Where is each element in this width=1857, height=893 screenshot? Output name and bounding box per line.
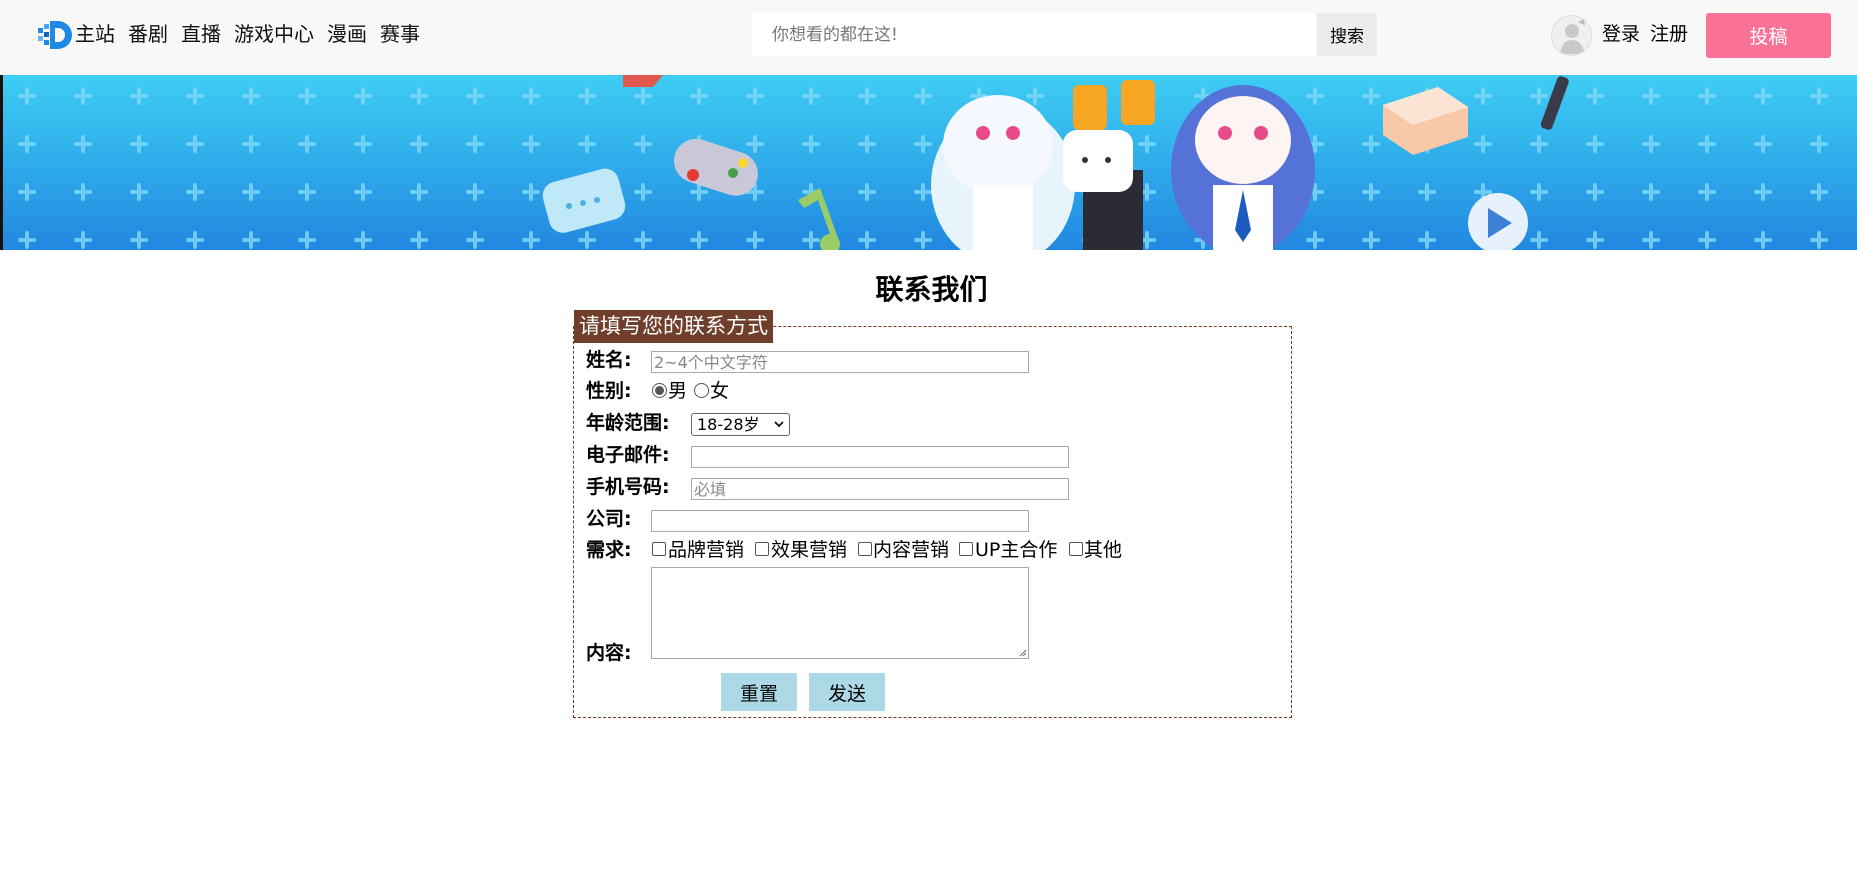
search-input[interactable] xyxy=(752,13,1316,56)
nav-item-anime[interactable]: 番剧 xyxy=(128,20,168,48)
nav-item-main-site[interactable]: 主站 xyxy=(75,20,115,48)
name-input[interactable] xyxy=(651,351,1029,373)
phone-input[interactable] xyxy=(691,478,1069,500)
site-logo-icon[interactable] xyxy=(36,18,74,52)
needs-label: 需求: xyxy=(586,539,632,561)
age-range-select[interactable]: 18-28岁 xyxy=(691,413,790,436)
gender-male-label: 男 xyxy=(668,380,688,402)
phone-label: 手机号码: xyxy=(586,476,670,498)
upload-button[interactable]: 投稿 xyxy=(1706,13,1831,58)
search-bar: 搜索 xyxy=(752,13,1377,56)
content-textarea[interactable] xyxy=(651,567,1029,659)
top-navbar: 主站 番剧 直播 游戏中心 漫画 赛事 搜索 登录 注册 投稿 xyxy=(0,0,1857,75)
avatar[interactable] xyxy=(1551,15,1592,56)
company-label: 公司: xyxy=(586,508,632,530)
anime-characters-banner-icon xyxy=(3,75,1857,250)
needs-content-checkbox[interactable] xyxy=(858,542,872,556)
needs-performance-label: 效果营销 xyxy=(771,539,848,561)
needs-other-label: 其他 xyxy=(1084,539,1123,561)
needs-brand-checkbox[interactable] xyxy=(652,542,666,556)
nav-item-manga[interactable]: 漫画 xyxy=(327,20,367,48)
email-input[interactable] xyxy=(691,446,1069,468)
reset-button[interactable]: 重置 xyxy=(721,673,797,711)
age-range-value: 18-28岁 xyxy=(697,415,760,434)
needs-up-checkbox[interactable] xyxy=(959,542,973,556)
nav-item-esports[interactable]: 赛事 xyxy=(380,20,420,48)
chevron-down-icon xyxy=(773,414,785,442)
gender-label: 性别: xyxy=(586,380,632,402)
gender-female-label: 女 xyxy=(710,380,730,402)
needs-content-label: 内容营销 xyxy=(873,539,950,561)
banner xyxy=(3,75,1857,250)
needs-up-label: UP主合作 xyxy=(975,539,1058,561)
resize-grip-icon[interactable] xyxy=(1018,648,1027,657)
submit-button[interactable]: 发送 xyxy=(809,673,885,711)
gender-female-radio[interactable] xyxy=(694,383,709,398)
form-legend: 请填写您的联系方式 xyxy=(574,310,773,343)
page-title: 联系我们 xyxy=(875,273,988,306)
gender-male-radio[interactable] xyxy=(652,383,667,398)
nav-item-game-center[interactable]: 游戏中心 xyxy=(234,20,314,48)
company-input[interactable] xyxy=(651,510,1029,532)
register-link[interactable]: 注册 xyxy=(1650,20,1688,48)
content-label: 内容: xyxy=(586,642,632,664)
user-avatar-icon xyxy=(1552,16,1591,55)
login-link[interactable]: 登录 xyxy=(1602,20,1640,48)
needs-other-checkbox[interactable] xyxy=(1069,542,1083,556)
needs-performance-checkbox[interactable] xyxy=(755,542,769,556)
needs-brand-label: 品牌营销 xyxy=(668,539,745,561)
email-label: 电子邮件: xyxy=(586,444,670,466)
search-button[interactable]: 搜索 xyxy=(1317,13,1377,56)
nav-item-live[interactable]: 直播 xyxy=(181,20,221,48)
age-range-label: 年龄范围: xyxy=(586,412,670,434)
name-label: 姓名: xyxy=(586,349,632,371)
main-nav: 主站 番剧 直播 游戏中心 漫画 赛事 xyxy=(75,20,420,48)
